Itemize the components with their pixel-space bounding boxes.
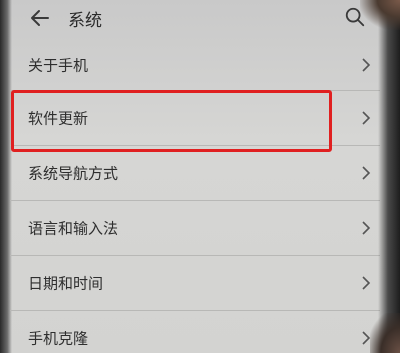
settings-item-about-phone[interactable]: 关于手机	[10, 40, 380, 91]
finger-shadow-top	[360, 0, 400, 30]
phone-bezel-right	[378, 0, 400, 353]
finger-shadow-bottom	[370, 313, 400, 353]
chevron-right-icon	[362, 276, 371, 290]
top-app-bar: 系统	[0, 0, 400, 40]
page-title: 系统	[68, 11, 102, 31]
chevron-right-icon	[362, 58, 371, 72]
chevron-right-icon	[362, 111, 371, 125]
chevron-right-icon	[362, 166, 371, 180]
settings-item-label: 系统导航方式	[28, 164, 119, 183]
settings-item-date-time[interactable]: 日期和时间	[10, 256, 380, 311]
settings-list: 关于手机 软件更新 系统导航方式 语言和输入法 日期和时间 手机克隆	[10, 40, 380, 353]
settings-item-system-navigation[interactable]: 系统导航方式	[10, 146, 380, 201]
settings-item-phone-clone[interactable]: 手机克隆	[10, 311, 380, 353]
settings-item-label: 语言和输入法	[28, 219, 119, 238]
arrow-left-icon[interactable]	[28, 6, 52, 30]
settings-item-language-input[interactable]: 语言和输入法	[10, 201, 380, 256]
settings-screen: 系统 关于手机 软件更新 系统导航方式 语言和输入法 日期和时间 手机克隆	[0, 0, 400, 353]
settings-item-label: 关于手机	[28, 56, 89, 75]
highlight-annotation-box	[11, 90, 332, 152]
chevron-right-icon	[362, 221, 371, 235]
settings-item-label: 日期和时间	[28, 274, 104, 293]
settings-item-label: 手机克隆	[28, 329, 89, 348]
